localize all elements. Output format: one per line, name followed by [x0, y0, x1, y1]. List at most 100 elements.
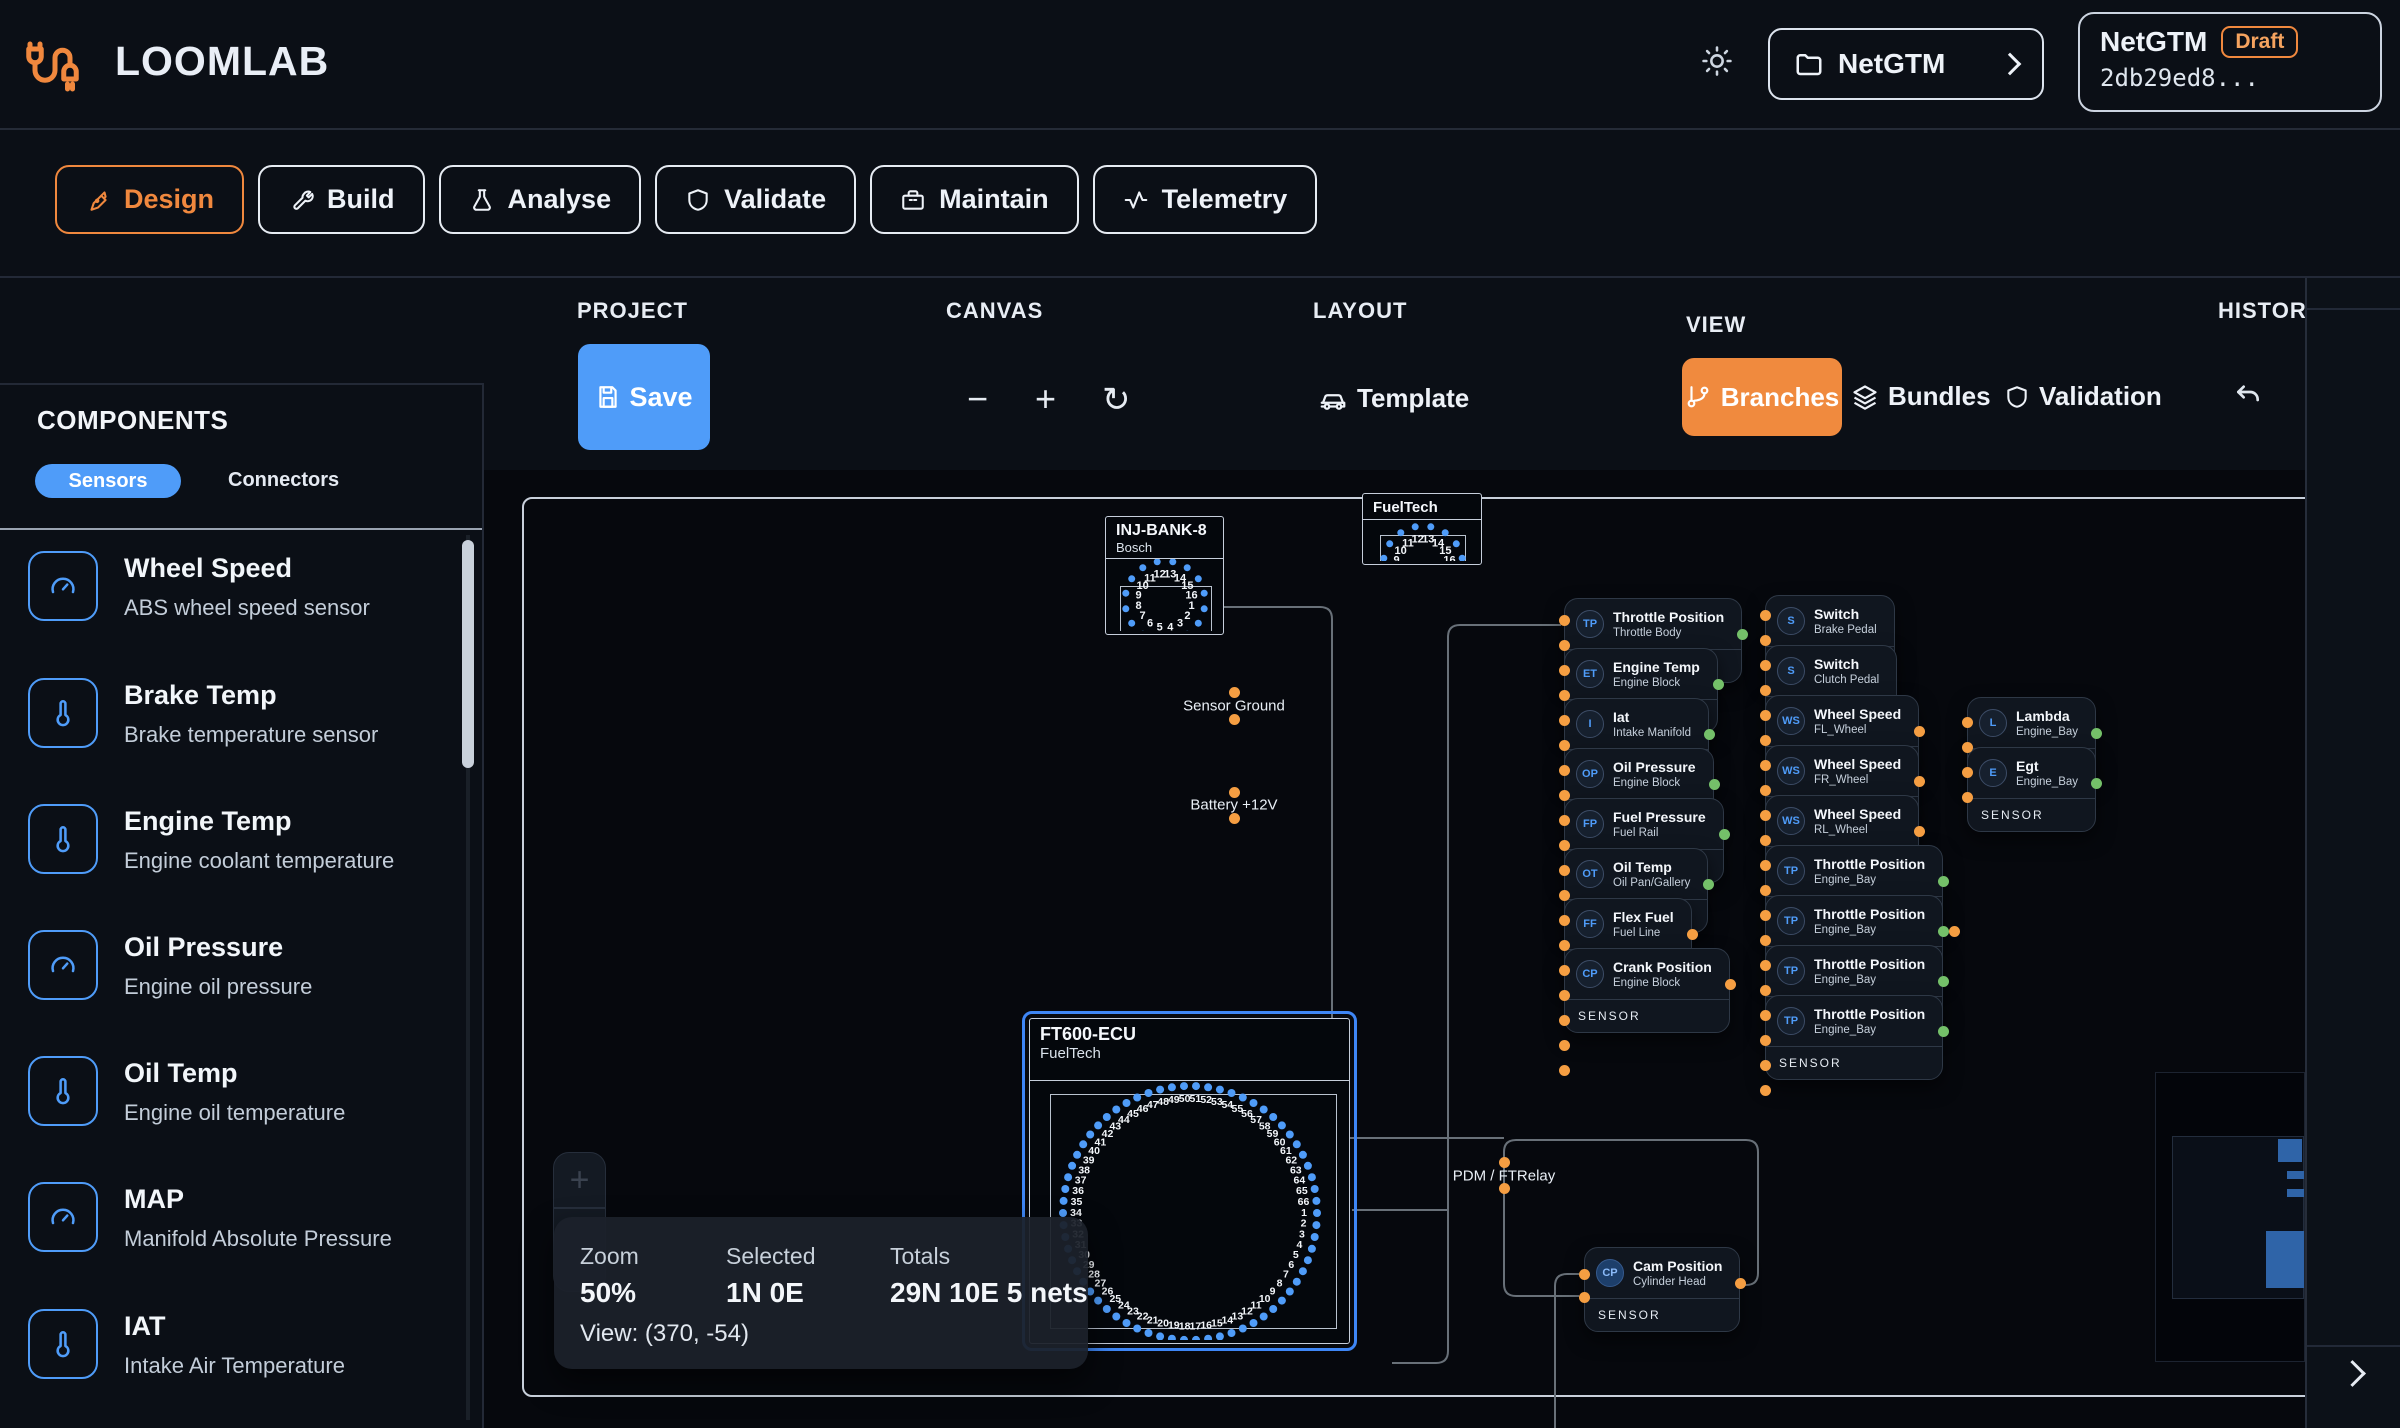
- input-port[interactable]: [1760, 1035, 1771, 1046]
- component-item-brake-temp[interactable]: Brake Temp Brake temperature sensor: [0, 678, 470, 788]
- sidebar-tab-sensors[interactable]: Sensors: [35, 464, 181, 498]
- component-item-oil-pressure[interactable]: Oil Pressure Engine oil pressure: [0, 930, 470, 1040]
- input-port[interactable]: [1760, 1085, 1771, 1096]
- input-port[interactable]: [1559, 790, 1570, 801]
- input-port[interactable]: [1760, 885, 1771, 896]
- input-port[interactable]: [1559, 990, 1570, 1001]
- input-port[interactable]: [1559, 815, 1570, 826]
- net-stub-port[interactable]: [1229, 813, 1240, 824]
- input-port[interactable]: [1579, 1292, 1590, 1303]
- net-stub-port[interactable]: [1229, 787, 1240, 798]
- node-cam-position[interactable]: CP Cam Position Cylinder HeadSENSOR: [1584, 1247, 1740, 1332]
- expand-panel-chevron-icon[interactable]: [2339, 1360, 2366, 1387]
- input-port[interactable]: [1962, 742, 1973, 753]
- orange-status-port[interactable]: [1914, 726, 1925, 737]
- tab-design[interactable]: Design: [55, 165, 244, 234]
- green-status-port[interactable]: [1938, 926, 1949, 937]
- sidebar-tab-connectors[interactable]: Connectors: [228, 469, 339, 492]
- input-port[interactable]: [1760, 635, 1771, 646]
- input-port[interactable]: [1760, 835, 1771, 846]
- node-egt[interactable]: E Egt Engine_BaySENSOR: [1967, 747, 2096, 832]
- node-throttle-position[interactable]: TP Throttle Position Engine_BaySENSOR: [1765, 995, 1943, 1080]
- workspace-button[interactable]: NetGTM: [1768, 28, 2044, 100]
- orange-status-port[interactable]: [1914, 826, 1925, 837]
- refresh-icon[interactable]: ↻: [1102, 380, 1131, 420]
- save-button[interactable]: Save: [578, 344, 710, 450]
- input-port[interactable]: [1760, 985, 1771, 996]
- input-port[interactable]: [1760, 685, 1771, 696]
- input-port[interactable]: [1559, 665, 1570, 676]
- tab-validate[interactable]: Validate: [655, 165, 856, 234]
- component-item-iat[interactable]: IAT Intake Air Temperature: [0, 1309, 470, 1419]
- green-status-port[interactable]: [1938, 876, 1949, 887]
- sidebar-scrollbar-thumb[interactable]: [462, 540, 474, 768]
- theme-toggle-sun-icon[interactable]: [1700, 44, 1734, 78]
- net-stub-port[interactable]: [1499, 1183, 1510, 1194]
- view-validation-button[interactable]: Validation: [2004, 381, 2162, 412]
- input-port[interactable]: [1760, 610, 1771, 621]
- green-status-port[interactable]: [1719, 829, 1730, 840]
- orange-status-port[interactable]: [1949, 926, 1960, 937]
- input-port[interactable]: [1760, 785, 1771, 796]
- input-port[interactable]: [1559, 940, 1570, 951]
- view-bundles-button[interactable]: Bundles: [1851, 381, 1991, 412]
- input-port[interactable]: [1962, 767, 1973, 778]
- green-status-port[interactable]: [1704, 729, 1715, 740]
- input-port[interactable]: [1760, 1010, 1771, 1021]
- input-port[interactable]: [1559, 715, 1570, 726]
- green-status-port[interactable]: [2091, 728, 2102, 739]
- input-port[interactable]: [1760, 910, 1771, 921]
- input-port[interactable]: [1559, 865, 1570, 876]
- input-port[interactable]: [1760, 960, 1771, 971]
- view-branches-button[interactable]: Branches: [1682, 358, 1842, 436]
- net-stub-port[interactable]: [1229, 714, 1240, 725]
- template-button[interactable]: Template: [1318, 383, 1469, 414]
- input-port[interactable]: [1559, 1015, 1570, 1026]
- component-item-map[interactable]: MAP Manifold Absolute Pressure: [0, 1182, 470, 1292]
- input-port[interactable]: [1559, 890, 1570, 901]
- green-status-port[interactable]: [1713, 679, 1724, 690]
- component-item-wheel-speed[interactable]: Wheel Speed ABS wheel speed sensor: [0, 551, 470, 661]
- input-port[interactable]: [1760, 860, 1771, 871]
- input-port[interactable]: [1559, 965, 1570, 976]
- project-card[interactable]: NetGTM Draft 2db29ed8...: [2078, 12, 2382, 112]
- input-port[interactable]: [1559, 690, 1570, 701]
- input-port[interactable]: [1760, 660, 1771, 671]
- orange-status-port[interactable]: [1725, 979, 1736, 990]
- component-item-oil-temp[interactable]: Oil Temp Engine oil temperature: [0, 1056, 470, 1166]
- green-status-port[interactable]: [2091, 778, 2102, 789]
- green-status-port[interactable]: [1737, 629, 1748, 640]
- input-port[interactable]: [1579, 1269, 1590, 1280]
- orange-status-port[interactable]: [1687, 929, 1698, 940]
- input-port[interactable]: [1559, 1065, 1570, 1076]
- component-item-engine-temp[interactable]: Engine Temp Engine coolant temperature: [0, 804, 470, 914]
- input-port[interactable]: [1559, 915, 1570, 926]
- input-port[interactable]: [1760, 710, 1771, 721]
- node-crank-position[interactable]: CP Crank Position Engine BlockSENSOR: [1564, 948, 1730, 1033]
- canvas-zoom-in-button[interactable]: +: [554, 1153, 605, 1207]
- net-stub-port[interactable]: [1499, 1157, 1510, 1168]
- tab-build[interactable]: Build: [258, 165, 425, 234]
- green-status-port[interactable]: [1938, 1026, 1949, 1037]
- connector-node-inj-bank-8[interactable]: INJ-BANK-8 Bosch 12345678910111213141516: [1105, 516, 1224, 635]
- zoom-out-button[interactable]: −: [967, 378, 988, 420]
- tab-analyse[interactable]: Analyse: [439, 165, 642, 234]
- zoom-in-button[interactable]: +: [1035, 378, 1056, 420]
- input-port[interactable]: [1559, 615, 1570, 626]
- minimap[interactable]: [2155, 1072, 2305, 1362]
- input-port[interactable]: [1559, 1040, 1570, 1051]
- green-status-port[interactable]: [1703, 879, 1714, 890]
- undo-button[interactable]: [2233, 380, 2265, 412]
- input-port[interactable]: [1760, 935, 1771, 946]
- net-stub-port[interactable]: [1229, 687, 1240, 698]
- orange-status-port[interactable]: [1735, 1278, 1746, 1289]
- connector-node-fueltech-top[interactable]: FuelTech 12345678910111213141516: [1362, 493, 1482, 565]
- input-port[interactable]: [1962, 792, 1973, 803]
- input-port[interactable]: [1559, 840, 1570, 851]
- tab-telemetry[interactable]: Telemetry: [1093, 165, 1318, 234]
- input-port[interactable]: [1760, 760, 1771, 771]
- input-port[interactable]: [1760, 810, 1771, 821]
- orange-status-port[interactable]: [1914, 776, 1925, 787]
- input-port[interactable]: [1559, 740, 1570, 751]
- input-port[interactable]: [1559, 765, 1570, 776]
